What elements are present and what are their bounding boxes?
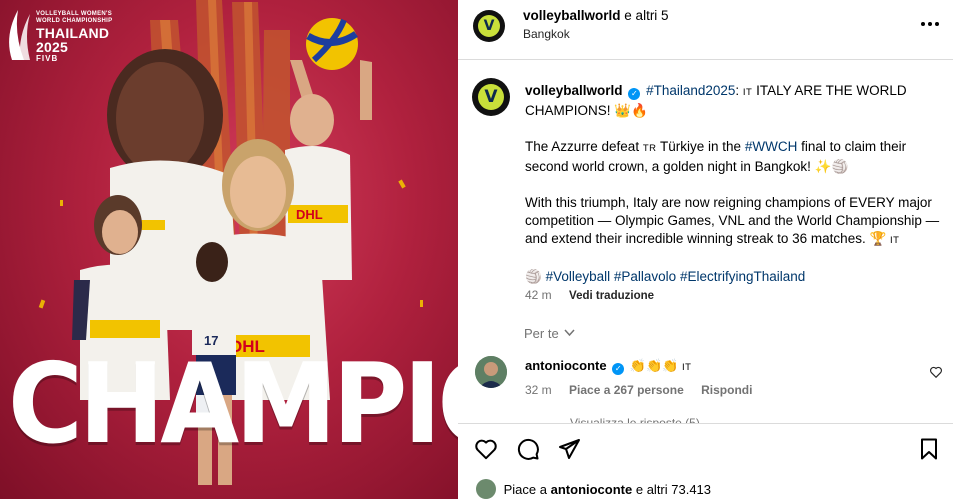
heart-icon[interactable] (474, 437, 498, 461)
verified-badge-icon: ✓ (628, 88, 641, 100)
person-photo-icon (475, 356, 507, 388)
post-details-panel: volleyballworld e altri 5 Bangkok volley… (458, 0, 953, 499)
caption-username[interactable]: volleyballworld (525, 83, 623, 98)
fivb-logo: FIVB (36, 54, 59, 63)
commenter-username[interactable]: antonioconte (525, 358, 607, 373)
event-year: 2025 (36, 39, 68, 55)
liker-avatar (476, 479, 496, 499)
post-caption: volleyballworld ✓ #Thailand2025: IT ITAL… (525, 83, 940, 284)
location-link[interactable]: Bangkok (523, 27, 570, 41)
hashtag-link[interactable]: #Thailand2025 (646, 83, 735, 98)
comment-time: 32 m (525, 383, 552, 397)
comment-text: antonioconte ✓ 👏👏👏 IT (525, 358, 692, 375)
event-title-line: VOLLEYBALL WOMEN'S (36, 11, 113, 17)
volleyball-emoji: 🏐 (525, 269, 542, 284)
for-you-filter[interactable]: Per te (524, 326, 575, 341)
event-host: THAILAND (36, 25, 110, 41)
post-actions: Piace a antonioconte e altri 73.413 (458, 423, 953, 499)
author-line[interactable]: volleyballworld e altri 5 (523, 8, 669, 23)
caption-text: Türkiye in the (660, 139, 742, 154)
volleyballworld-logo-icon (477, 14, 501, 38)
hashtag-link[interactable]: #WWCH (745, 139, 798, 154)
post-header: volleyballworld e altri 5 Bangkok (458, 0, 953, 60)
for-you-label: Per te (524, 326, 559, 341)
reply-button[interactable]: Rispondi (701, 383, 752, 397)
verified-badge-icon: ✓ (612, 363, 625, 375)
italy-flag-icon: IT (890, 235, 900, 246)
comment-body: 👏👏👏 (629, 358, 679, 373)
post-image[interactable]: DHL DHL 17 VOLLEYBALL WOMEN'S WORLD CHAM… (0, 0, 458, 499)
volleyballworld-logo-icon (477, 83, 505, 111)
hashtag-link[interactable]: #ElectrifyingThailand (680, 269, 805, 284)
hashtag-link[interactable]: #Pallavolo (614, 269, 676, 284)
comments-scroll-area[interactable]: volleyballworld ✓ #Thailand2025: IT ITAL… (458, 61, 953, 423)
author-avatar[interactable] (473, 10, 505, 42)
caption-author-avatar[interactable] (472, 78, 510, 116)
champions-headline: CHAMPIONS (8, 340, 458, 469)
coauthors-link[interactable]: e altri 5 (624, 8, 668, 23)
svg-text:DHL: DHL (296, 207, 323, 222)
turkey-flag-icon: TR (642, 143, 657, 154)
caption-text: The Azzurre defeat (525, 139, 640, 154)
see-translation-button[interactable]: Vedi traduzione (569, 290, 654, 302)
chevron-down-icon (564, 329, 575, 337)
comment-icon[interactable] (516, 437, 540, 461)
liker-username[interactable]: antonioconte (551, 482, 633, 497)
heart-icon[interactable] (929, 365, 943, 379)
event-title-line: WORLD CHAMPIONSHIP (36, 18, 113, 24)
bookmark-icon[interactable] (917, 437, 941, 461)
italy-flag-icon: IT (742, 87, 753, 98)
ellipsis-icon[interactable] (919, 13, 941, 35)
championship-logo-icon (9, 10, 30, 60)
post-time: 42 m (525, 288, 552, 302)
italy-flag-icon: IT (682, 362, 692, 373)
caption-text: With this triumph, Italy are now reignin… (525, 195, 940, 246)
hashtag-link[interactable]: #Volleyball (546, 269, 611, 284)
caption-meta: 42 m Vedi traduzione (525, 288, 654, 302)
likes-prefix: Piace a (503, 482, 547, 497)
commenter-avatar[interactable] (475, 356, 507, 388)
likes-count[interactable]: e altri 73.413 (636, 482, 711, 497)
likes-summary[interactable]: Piace a antonioconte e altri 73.413 (476, 479, 711, 499)
comment-meta: 32 m Piace a 267 persone Rispondi (525, 383, 766, 397)
comment-likes-button[interactable]: Piace a 267 persone (569, 383, 684, 397)
volleyball-graphic (306, 18, 358, 70)
author-username[interactable]: volleyballworld (523, 8, 621, 23)
share-icon[interactable] (557, 437, 581, 461)
